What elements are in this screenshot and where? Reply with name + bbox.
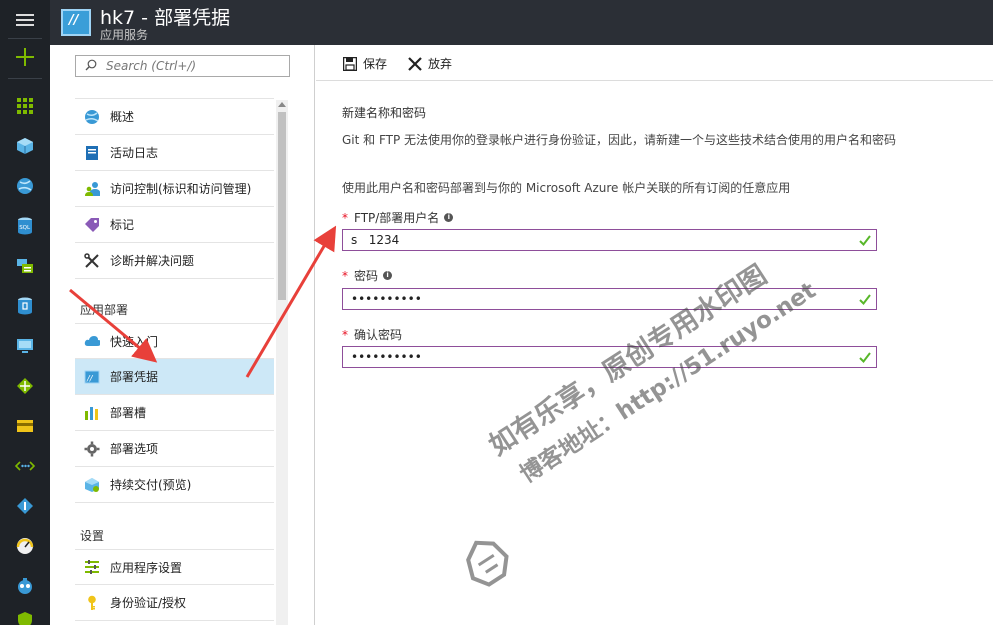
discard-button[interactable]: 放弃 [407,55,452,72]
menu-item-label: 部署凭据 [110,370,159,384]
left-nav-bar: SQL [0,0,50,625]
menu-item-label: 概述 [110,110,135,124]
menu-item-deployment-slots[interactable]: 部署槽 [75,395,274,431]
cosmos-icon[interactable] [0,286,50,326]
menu-item-label: 诊断并解决问题 [110,254,195,268]
username-label-row: * FTP/部署用户名 i [342,209,454,226]
slots-icon [84,405,100,421]
search-icon [85,59,97,71]
password-label-row: * 密码 i [342,267,393,284]
confirm-label-row: * 确认密码 [342,326,402,343]
hamburger-icon[interactable] [0,0,50,40]
menu-item-label: 持续交付(预览) [110,478,192,492]
menu-item-activity-log[interactable]: 活动日志 [75,135,274,171]
discard-label: 放弃 [428,57,453,71]
command-bar: 保存 放弃 [316,45,993,81]
scroll-up-arrow[interactable] [278,102,286,107]
section-header-settings: 设置 [80,529,105,543]
username-field[interactable] [342,229,877,251]
credentials-icon: // [84,369,100,385]
menu-item-label: 部署选项 [110,442,159,456]
globe-icon [84,109,100,125]
menu-item-deployment-credentials[interactable]: // 部署凭据 [75,359,274,395]
save-icon [342,56,358,72]
required-marker: * [342,268,348,283]
cloud-icon [84,333,100,349]
resource-menu: Search (Ctrl+/) 概述 活动日志 访问控制(标识和访问管理) 标记… [50,45,315,625]
svg-text:SQL: SQL [19,225,31,231]
menu-item-label: 快速入门 [110,334,159,349]
close-icon [407,56,423,72]
tag-icon [84,217,100,233]
menu-item-label: 访问控制(标识和访问管理) [110,182,252,196]
menu-item-label: 活动日志 [110,146,159,160]
info-icon[interactable]: i [383,271,393,280]
card-icon[interactable] [0,406,50,446]
globe-icon[interactable] [0,166,50,206]
menu-item-authentication[interactable]: 身份验证/授权 [75,585,274,621]
menu-item-continuous-delivery[interactable]: 持续交付(预览) [75,467,274,503]
monitor-icon[interactable] [0,326,50,366]
scroll-thumb[interactable] [278,112,286,300]
menu-item-overview[interactable]: 概述 [75,99,274,135]
menu-item-tags[interactable]: 标记 [75,207,274,243]
network-icon[interactable] [0,366,50,406]
password-label: 密码 [354,269,379,283]
info-icon[interactable]: i [444,213,454,222]
menu-item-label: 部署槽 [110,406,147,420]
save-button[interactable]: 保存 [342,55,387,72]
checkmark-icon [859,352,871,364]
confirm-password-label: 确认密码 [354,328,403,342]
cube-icon[interactable] [0,126,50,166]
page-subtitle: 应用服务 [100,28,149,42]
diamond-icon[interactable] [0,486,50,526]
menu-item-access-control[interactable]: 访问控制(标识和访问管理) [75,171,274,207]
gear-icon [84,441,100,457]
shield-icon[interactable] [0,600,50,625]
required-marker: * [342,327,348,342]
key-icon [84,595,100,611]
gauge-icon[interactable] [0,526,50,566]
search-placeholder: Search (Ctrl+/) [106,59,197,73]
storage-icon[interactable] [0,246,50,286]
dashboard-icon[interactable] [0,86,50,126]
menu-item-app-settings[interactable]: 应用程序设置 [75,549,274,585]
checkmark-icon [859,235,871,247]
menu-item-label: 应用程序设置 [110,560,183,575]
search-input[interactable]: Search (Ctrl+/) [75,55,290,77]
blade-header: hk7 - 部署凭据 应用服务 [50,0,993,45]
delivery-icon [84,477,100,493]
checkmark-icon [859,294,871,306]
menu-item-diagnose[interactable]: 诊断并解决问题 [75,243,274,279]
log-icon [84,145,100,161]
description-git-ftp: Git 和 FTP 无法使用你的登录帐户进行身份验证，因此，请新建一个与这些技术… [342,133,897,147]
wrench-icon [84,252,100,269]
section-title: 新建名称和密码 [342,106,427,120]
menu-scrollbar[interactable] [276,100,288,625]
menu-item-deployment-options[interactable]: 部署选项 [75,431,274,467]
required-marker: * [342,210,348,225]
save-label: 保存 [363,57,388,71]
sql-icon[interactable]: SQL [0,206,50,246]
settings-list-icon [84,559,100,575]
menu-item-label: 身份验证/授权 [110,596,187,610]
menu-item-quickstart[interactable]: 快速入门 [75,323,274,359]
app-service-icon [61,9,91,36]
menu-item-label: 标记 [110,218,135,232]
username-label: FTP/部署用户名 [354,211,440,225]
section-header-deployment: 应用部署 [80,303,129,317]
plus-icon[interactable] [0,37,50,77]
connection-icon[interactable] [0,446,50,486]
users-icon [84,181,100,197]
description-usage: 使用此用户名和密码部署到与你的 Microsoft Azure 帐户关联的所有订… [342,181,791,195]
